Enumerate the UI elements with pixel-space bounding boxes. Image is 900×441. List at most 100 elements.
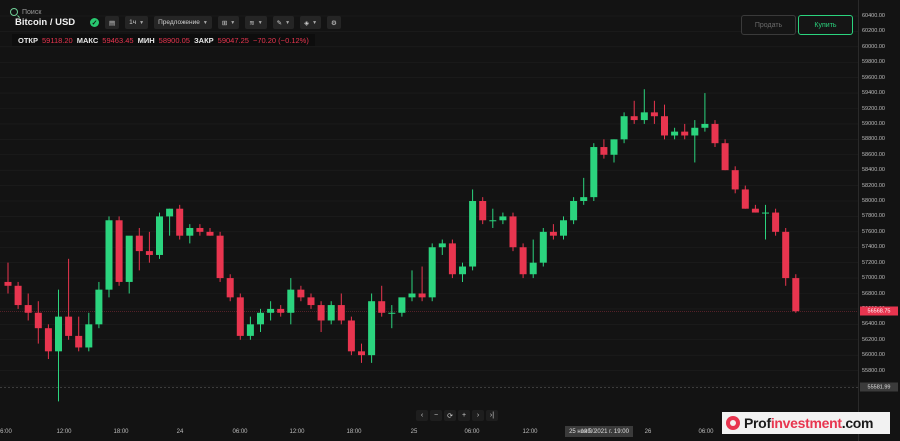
candle[interactable] [459, 262, 466, 282]
candle[interactable] [34, 301, 42, 344]
candle[interactable] [782, 227, 790, 286]
candle[interactable] [549, 224, 557, 240]
candle[interactable] [226, 274, 234, 302]
candle[interactable] [751, 204, 759, 213]
candle[interactable] [590, 143, 598, 201]
layers-button[interactable]: ◈ ▼ [300, 16, 322, 29]
candle[interactable] [368, 293, 376, 363]
candle[interactable] [257, 308, 264, 333]
candle[interactable] [327, 301, 335, 325]
zoom-out-button[interactable]: − [430, 410, 442, 421]
indicators-button[interactable]: ⊞ ▼ [217, 16, 240, 29]
price-tick-label: 56800.00 [862, 290, 885, 297]
candle[interactable] [731, 166, 739, 194]
candle[interactable] [105, 216, 113, 298]
candle[interactable] [95, 281, 103, 329]
candle[interactable] [428, 243, 436, 302]
candle[interactable] [448, 239, 456, 279]
candle[interactable] [176, 204, 184, 240]
candle[interactable] [762, 204, 769, 240]
price-axis[interactable]: 60400.00 60200.00 60000.00 59800.00 59600.00… [858, 0, 900, 441]
scroll-to-end-button[interactable]: ›| [486, 410, 498, 421]
candle[interactable] [347, 316, 355, 356]
chart-area[interactable] [0, 0, 858, 441]
chart-type-button[interactable]: ▤ [105, 16, 120, 29]
candle[interactable] [711, 120, 719, 148]
reset-view-button[interactable]: ⟳ [444, 410, 456, 421]
candle[interactable] [721, 139, 729, 171]
candle[interactable] [772, 208, 780, 236]
candle[interactable] [75, 316, 83, 352]
candle[interactable] [650, 100, 658, 124]
candle[interactable] [539, 227, 547, 267]
candle[interactable] [206, 227, 214, 236]
candle[interactable] [277, 305, 285, 317]
candle[interactable] [509, 212, 517, 252]
search-input[interactable]: Поиск [22, 9, 41, 16]
candle[interactable] [792, 274, 800, 313]
candle[interactable] [640, 89, 648, 124]
candle[interactable] [358, 343, 365, 363]
candle[interactable] [388, 305, 396, 329]
interval-select[interactable]: 1ч ▼ [125, 16, 149, 29]
candle[interactable] [418, 266, 426, 302]
candle[interactable] [398, 297, 406, 317]
candle[interactable] [570, 197, 578, 225]
scroll-left-button[interactable]: ‹ [416, 410, 428, 421]
price-mode-select[interactable]: Предложение ▼ [154, 16, 212, 29]
candle[interactable] [560, 216, 567, 240]
candle[interactable] [620, 112, 628, 144]
candle[interactable] [115, 216, 123, 286]
candle[interactable] [600, 139, 608, 159]
candlestick-chart[interactable] [0, 0, 858, 441]
candle[interactable] [135, 227, 143, 271]
candle[interactable] [307, 293, 315, 309]
candle[interactable] [681, 123, 689, 140]
candle[interactable] [479, 197, 487, 225]
sell-button[interactable]: Продать [741, 15, 796, 35]
candle[interactable] [267, 301, 275, 321]
candle[interactable] [55, 289, 62, 402]
candle[interactable] [337, 293, 345, 325]
settings-button[interactable]: ⚙ [327, 16, 341, 29]
candle[interactable] [85, 312, 93, 352]
candle[interactable] [691, 120, 699, 163]
candle[interactable] [438, 239, 446, 255]
candle[interactable] [701, 93, 709, 132]
candle[interactable] [125, 235, 133, 294]
candle[interactable] [529, 239, 537, 279]
candle[interactable] [65, 258, 73, 340]
candle[interactable] [661, 104, 668, 140]
candle[interactable] [610, 139, 618, 163]
candle[interactable] [246, 316, 254, 340]
candle[interactable] [196, 224, 204, 236]
candle[interactable] [519, 243, 527, 279]
candle[interactable] [489, 208, 497, 228]
candle[interactable] [297, 285, 305, 302]
candle[interactable] [216, 231, 224, 282]
scroll-right-button[interactable]: › [472, 410, 484, 421]
candle-body [459, 266, 466, 275]
drawing-tools-button[interactable]: ✎ ▼ [272, 16, 295, 29]
candle[interactable] [499, 212, 507, 225]
candle[interactable] [287, 278, 295, 325]
candle[interactable] [236, 293, 244, 340]
candle[interactable] [317, 301, 325, 333]
candle[interactable] [156, 212, 163, 259]
candle[interactable] [408, 270, 416, 302]
candle[interactable] [378, 285, 386, 317]
candle[interactable] [14, 281, 22, 309]
candle[interactable] [671, 127, 679, 140]
candle[interactable] [630, 100, 638, 124]
buy-button[interactable]: Купить [798, 15, 853, 35]
time-tick-label: 06:00 [464, 429, 480, 435]
candle[interactable] [44, 324, 52, 360]
candle[interactable] [580, 177, 588, 205]
zoom-in-button[interactable]: + [458, 410, 470, 421]
candle[interactable] [741, 185, 749, 209]
candle[interactable] [186, 224, 194, 244]
candle[interactable] [24, 293, 32, 321]
compare-button[interactable]: ≋ ▼ [245, 16, 267, 29]
candle[interactable] [469, 189, 477, 271]
search-box[interactable]: Поиск [10, 8, 41, 16]
